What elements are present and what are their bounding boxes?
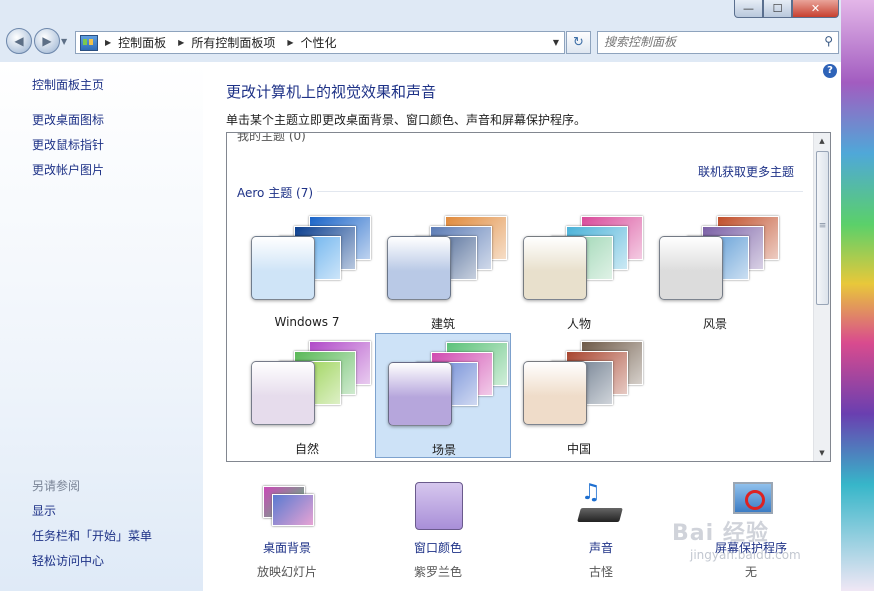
link-change-desktop-icons[interactable]: 更改桌面图标 bbox=[32, 111, 104, 128]
theme-name: 建筑 bbox=[430, 317, 455, 331]
theme-tile[interactable]: 自然 bbox=[239, 333, 375, 458]
screen-saver-value: 无 bbox=[744, 565, 757, 579]
theme-tile[interactable]: 人物 bbox=[511, 208, 647, 333]
breadcrumb-separator-icon: ▶ bbox=[105, 38, 112, 47]
recent-pages-dropdown-icon[interactable]: ▼ bbox=[61, 37, 67, 46]
my-themes-header: 我的主题 (0) bbox=[237, 132, 306, 143]
theme-name: 场景 bbox=[431, 443, 456, 457]
link-change-account-picture[interactable]: 更改帐户图片 bbox=[32, 161, 104, 178]
search-box[interactable]: ⚲ bbox=[597, 31, 839, 54]
theme-name: 风景 bbox=[702, 317, 727, 331]
close-button[interactable]: ✕ bbox=[792, 0, 839, 18]
refresh-icon: ↻ bbox=[573, 35, 584, 50]
link-change-mouse-pointers[interactable]: 更改鼠标指针 bbox=[32, 136, 104, 153]
link-display[interactable]: 显示 bbox=[32, 502, 56, 519]
search-input[interactable] bbox=[598, 32, 809, 51]
window-color-setting[interactable]: 窗口颜色 紫罗兰色 bbox=[378, 480, 498, 580]
scroll-down-icon[interactable]: ▼ bbox=[814, 445, 830, 461]
see-also-heading: 另请参阅 bbox=[32, 479, 81, 493]
aero-header-divider bbox=[317, 191, 803, 192]
desktop-background-setting[interactable]: 桌面背景 放映幻灯片 bbox=[227, 480, 347, 580]
address-bar[interactable]: ▶ 控制面板 ▶ 所有控制面板项 ▶ 个性化 ▼ bbox=[75, 31, 565, 54]
forward-button[interactable]: ▶ bbox=[34, 28, 60, 54]
breadcrumb-all-items[interactable]: 所有控制面板项 bbox=[191, 34, 275, 51]
window-color-icon bbox=[410, 480, 466, 530]
baidu-watermark-url: jingyan.baidu.com bbox=[690, 548, 801, 562]
theme-tile[interactable]: 建筑 bbox=[375, 208, 511, 333]
window-glass-preview bbox=[251, 236, 315, 300]
left-nav-pane: 控制面板主页 更改桌面图标 更改鼠标指针 更改帐户图片 另请参阅 显示 任务栏和… bbox=[0, 62, 203, 591]
caption-controls: — ☐ ✕ bbox=[734, 0, 839, 18]
search-icon[interactable]: ⚲ bbox=[824, 34, 833, 48]
baidu-watermark: Bai 经验 bbox=[672, 521, 769, 546]
get-more-themes-online-link[interactable]: 联机获取更多主题 bbox=[698, 163, 794, 180]
page-title: 更改计算机上的视觉效果和声音 bbox=[226, 83, 437, 101]
theme-name: 自然 bbox=[294, 442, 319, 456]
theme-list-scrollbar[interactable]: ▲ ≡ ▼ bbox=[813, 133, 830, 461]
theme-name: 中国 bbox=[566, 442, 591, 456]
theme-list[interactable]: 我的主题 (0) 联机获取更多主题 Aero 主题 (7) Windows 7 建… bbox=[226, 132, 831, 462]
help-icon[interactable]: ? bbox=[823, 64, 837, 78]
breadcrumb-control-panel[interactable]: 控制面板 bbox=[118, 34, 166, 51]
main-pane: ? 更改计算机上的视觉效果和声音 单击某个主题立即更改桌面背景、窗口颜色、声音和… bbox=[203, 62, 841, 591]
control-panel-window: — ☐ ✕ ◀ ▶ ▼ ▶ 控制面板 ▶ 所有控制面板项 ▶ 个性化 ▼ ↻ ⚲ bbox=[0, 0, 841, 591]
page-description: 单击某个主题立即更改桌面背景、窗口颜色、声音和屏幕保护程序。 bbox=[226, 113, 587, 127]
maximize-button[interactable]: ☐ bbox=[763, 0, 792, 18]
window-glass-preview bbox=[251, 361, 315, 425]
sounds-value: 古怪 bbox=[588, 565, 613, 579]
control-panel-icon bbox=[80, 34, 98, 51]
link-taskbar-start-menu[interactable]: 任务栏和「开始」菜单 bbox=[32, 527, 152, 544]
theme-name: 人物 bbox=[566, 317, 591, 331]
scroll-up-icon[interactable]: ▲ bbox=[814, 133, 830, 149]
window-glass-preview bbox=[388, 362, 452, 426]
window-glass-preview bbox=[659, 236, 723, 300]
sounds-icon: ♫ bbox=[573, 480, 629, 530]
theme-tile[interactable]: Windows 7 bbox=[239, 208, 375, 333]
link-ease-of-access[interactable]: 轻松访问中心 bbox=[32, 552, 104, 569]
theme-tile[interactable]: 中国 bbox=[511, 333, 647, 458]
breadcrumb-separator-icon[interactable]: ▶ bbox=[178, 38, 184, 47]
theme-name: Windows 7 bbox=[274, 315, 340, 329]
refresh-button[interactable]: ↻ bbox=[566, 31, 591, 54]
breadcrumb-personalization[interactable]: 个性化 bbox=[301, 34, 337, 51]
address-dropdown-icon[interactable]: ▼ bbox=[553, 38, 559, 47]
desktop-wallpaper bbox=[840, 0, 874, 591]
theme-tile[interactable]: 场景 bbox=[375, 333, 511, 458]
window-color-label[interactable]: 窗口颜色 bbox=[378, 539, 498, 556]
sounds-setting[interactable]: ♫ 声音 古怪 bbox=[541, 480, 661, 580]
link-control-panel-home[interactable]: 控制面板主页 bbox=[32, 76, 104, 93]
breadcrumb-separator-icon[interactable]: ▶ bbox=[287, 38, 293, 47]
desktop-background-label[interactable]: 桌面背景 bbox=[227, 539, 347, 556]
theme-tile[interactable]: 风景 bbox=[647, 208, 783, 333]
sounds-label[interactable]: 声音 bbox=[541, 539, 661, 556]
window-glass-preview bbox=[387, 236, 451, 300]
scroll-thumb[interactable]: ≡ bbox=[816, 151, 829, 305]
desktop-background-icon bbox=[259, 480, 315, 530]
window-color-value: 紫罗兰色 bbox=[413, 565, 462, 579]
minimize-button[interactable]: — bbox=[734, 0, 763, 18]
window-glass-preview bbox=[523, 236, 587, 300]
window-glass-preview bbox=[523, 361, 587, 425]
back-button[interactable]: ◀ bbox=[6, 28, 32, 54]
aero-themes-header: Aero 主题 (7) bbox=[237, 186, 314, 200]
desktop-background-value: 放映幻灯片 bbox=[256, 565, 317, 579]
navigation-bar: ◀ ▶ ▼ ▶ 控制面板 ▶ 所有控制面板项 ▶ 个性化 ▼ ↻ ⚲ bbox=[0, 26, 841, 58]
